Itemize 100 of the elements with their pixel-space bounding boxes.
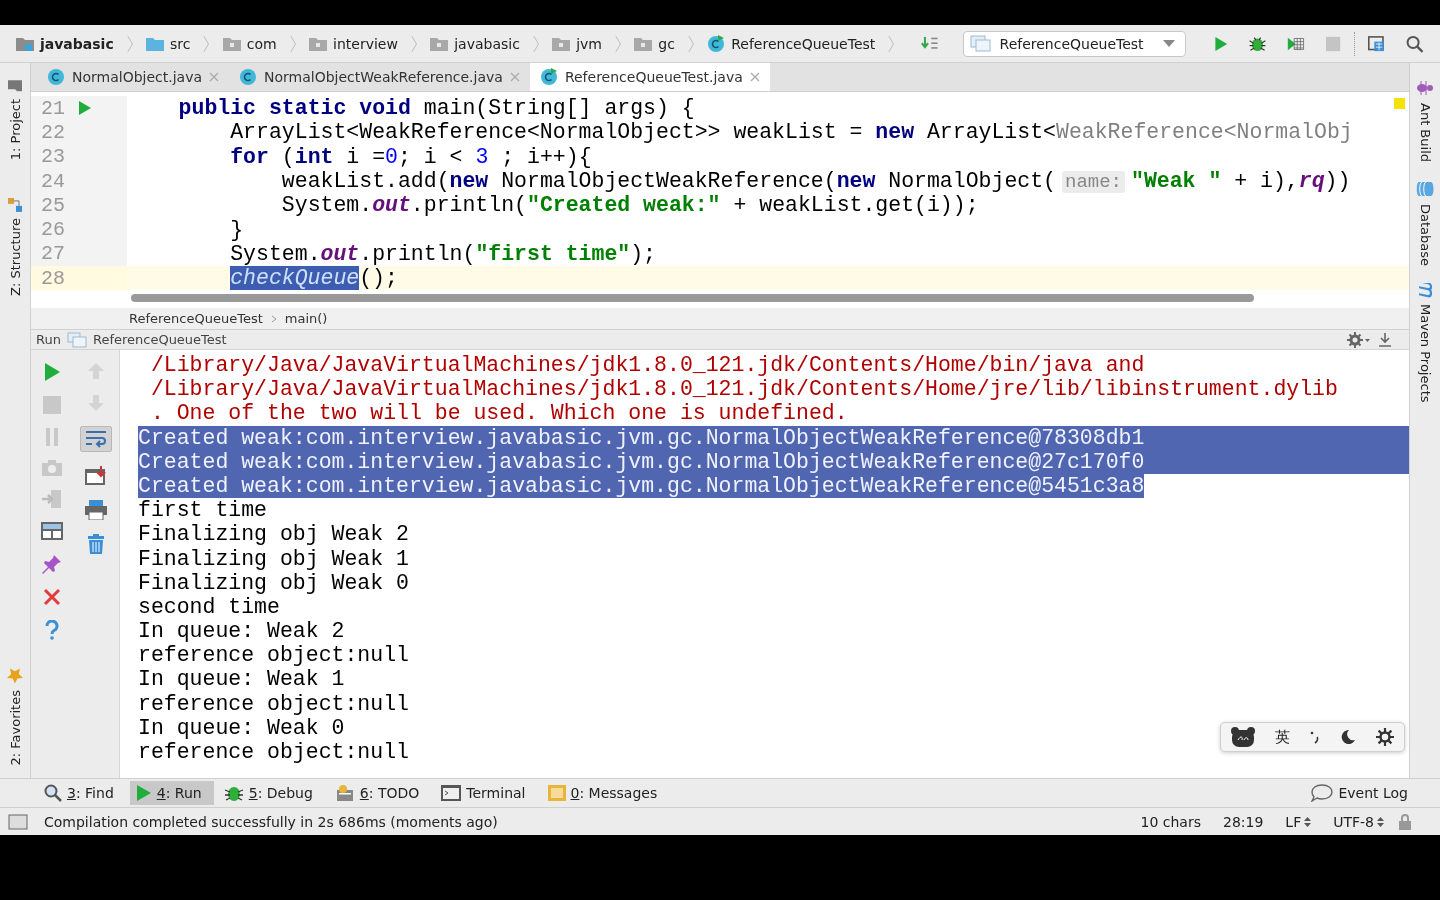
paw-logo-icon[interactable] bbox=[1231, 727, 1255, 747]
breadcrumb[interactable]: src bbox=[146, 35, 191, 52]
tool-window-tab[interactable]: Terminal bbox=[435, 782, 538, 804]
layout-icon[interactable] bbox=[41, 522, 63, 540]
line-number: 21 bbox=[40, 96, 65, 120]
dropdown-caret-icon bbox=[1162, 39, 1175, 48]
project-structure-icon[interactable] bbox=[1368, 33, 1386, 54]
tool-window-tab[interactable]: 5: Debug bbox=[217, 781, 325, 805]
line-separator-selector[interactable]: LF bbox=[1285, 813, 1312, 830]
moon-icon[interactable] bbox=[1340, 729, 1356, 745]
close-icon[interactable] bbox=[749, 72, 760, 82]
code-line: ArrayList<WeakReference<NormalObject>> weakList = new ArrayList<WeakReference<NormalObj bbox=[229, 120, 1353, 145]
code-editor[interactable] bbox=[31, 92, 1409, 308]
tool-window-button[interactable]: 2: Favorites bbox=[0, 664, 30, 770]
console-line: /Library/Java/JavaVirtualMachines/jdk1.8.0_121.jdk/Contents/Home/bin/java and bbox=[149, 353, 1145, 378]
search-icon bbox=[44, 784, 62, 802]
breadcrumb[interactable]: javabasic bbox=[16, 35, 114, 52]
run-configuration-dropdown[interactable]: ReferenceQueueTest bbox=[962, 30, 1186, 57]
print-icon[interactable] bbox=[85, 500, 107, 520]
warning-marker-icon[interactable] bbox=[1394, 98, 1405, 109]
breadcrumb[interactable]: javabasic bbox=[430, 35, 520, 52]
tool-window-tab[interactable]: 3: Find bbox=[38, 781, 126, 805]
console-line: second time bbox=[138, 594, 280, 620]
editor-tab[interactable]: NormalObject.java bbox=[37, 63, 230, 91]
speech-bubble-icon bbox=[1311, 784, 1334, 802]
close-icon[interactable] bbox=[43, 588, 61, 606]
folder-icon bbox=[8, 79, 22, 93]
selection-count: 10 chars bbox=[1140, 813, 1201, 830]
console-line: In queue: Weak 0 bbox=[138, 715, 345, 740]
tool-window-button[interactable]: Database bbox=[1410, 178, 1440, 269]
breadcrumb[interactable]: ReferenceQueueTest bbox=[707, 34, 876, 53]
package-folder-icon bbox=[552, 36, 571, 51]
line-number: 26 bbox=[40, 218, 65, 242]
run-tab[interactable]: ReferenceQueueTest bbox=[92, 332, 227, 347]
line-number: 24 bbox=[40, 169, 65, 193]
console-line: In queue: Weak 2 bbox=[138, 619, 345, 644]
breadcrumb[interactable]: ReferenceQueueTest bbox=[129, 311, 263, 326]
tool-window-tab[interactable]: 4: Run bbox=[129, 781, 214, 805]
line-number: 23 bbox=[40, 145, 65, 169]
encoding-selector[interactable]: UTF-8 bbox=[1333, 813, 1384, 830]
class-icon bbox=[239, 68, 258, 86]
editor-tab[interactable]: ReferenceQueueTest.java bbox=[529, 63, 770, 91]
database-icon bbox=[1416, 181, 1434, 197]
console-line: reference object:null bbox=[138, 691, 409, 716]
language-toggle[interactable]: 英 bbox=[1275, 727, 1290, 747]
close-icon[interactable] bbox=[509, 72, 520, 82]
structure-icon bbox=[8, 198, 22, 213]
console-line: /Library/Java/JavaVirtualMachines/jdk1.8.0_121.jdk/Contents/Home/jre/lib/libinstrument.dylib bbox=[149, 377, 1338, 402]
rerun-icon[interactable] bbox=[43, 362, 61, 382]
tool-window-button[interactable]: 1: Project bbox=[0, 75, 30, 165]
lock-icon[interactable] bbox=[1398, 813, 1412, 830]
console-line: first time bbox=[138, 498, 268, 523]
hide-icon[interactable] bbox=[1377, 331, 1393, 348]
m-letter-icon bbox=[1418, 283, 1432, 300]
line-number: 27 bbox=[40, 242, 65, 266]
editor-tab[interactable]: NormalObjectWeakReference.java bbox=[229, 63, 530, 91]
code-line: System.out.println("Created weak:" + weakList.get(i)); bbox=[280, 193, 979, 218]
tool-window-tab[interactable]: 6: TODO bbox=[328, 781, 432, 805]
close-icon[interactable] bbox=[209, 72, 220, 82]
tool-window-button[interactable]: Maven Projects bbox=[1410, 282, 1440, 405]
punctuation-icon[interactable] bbox=[1310, 730, 1320, 744]
tool-window-button[interactable]: Ant Build bbox=[1410, 77, 1440, 164]
help-icon[interactable] bbox=[45, 620, 59, 640]
console-output[interactable] bbox=[120, 350, 1409, 778]
run-gutter-icon[interactable] bbox=[78, 100, 92, 117]
breadcrumb[interactable]: main() bbox=[284, 311, 328, 326]
bug-icon bbox=[223, 784, 244, 802]
settings-icon[interactable] bbox=[1376, 728, 1394, 746]
horizontal-scrollbar[interactable] bbox=[131, 294, 1254, 302]
pin-icon[interactable] bbox=[42, 554, 62, 574]
console-line: Finalizing obj Weak 0 bbox=[138, 570, 409, 595]
console-line: reference object:null bbox=[138, 643, 409, 668]
tool-window-tab[interactable]: 0: Messages bbox=[541, 782, 670, 804]
package-folder-icon bbox=[222, 36, 241, 51]
event-log-button[interactable]: Event Log bbox=[1305, 781, 1420, 805]
breadcrumb[interactable]: interview bbox=[309, 35, 398, 52]
class-icon bbox=[539, 68, 558, 86]
exit-icon[interactable] bbox=[42, 490, 62, 508]
panel-toggle-icon[interactable] bbox=[8, 813, 28, 830]
code-line: } bbox=[229, 217, 244, 242]
module-folder-icon bbox=[16, 36, 34, 51]
status-message: Compilation completed successfully in 2s 686ms (moments ago) bbox=[44, 813, 498, 830]
settings-icon[interactable] bbox=[1347, 331, 1371, 348]
breadcrumb[interactable]: gc bbox=[634, 35, 675, 52]
console-line: Finalizing obj Weak 1 bbox=[138, 546, 409, 571]
stop-icon[interactable] bbox=[1326, 34, 1341, 53]
class-icon bbox=[707, 34, 726, 53]
breadcrumb[interactable]: jvm bbox=[552, 35, 602, 52]
breadcrumb[interactable]: com bbox=[222, 35, 277, 52]
code-line: weakList.add(new NormalObjectWeakReference(new NormalObject( name: "Weak " + i),rq)) bbox=[280, 169, 1351, 194]
package-folder-icon bbox=[309, 36, 327, 51]
trash-icon[interactable] bbox=[87, 534, 105, 554]
line-number: 22 bbox=[40, 120, 65, 144]
code-line: System.out.println("first time"); bbox=[229, 241, 657, 266]
scroll-to-end-icon[interactable] bbox=[85, 466, 107, 486]
soft-wrap-toggle[interactable] bbox=[80, 426, 112, 452]
tool-window-button[interactable]: Z: Structure bbox=[0, 194, 30, 301]
cursor-position[interactable]: 28:19 bbox=[1222, 813, 1264, 830]
up-down-icon bbox=[1304, 815, 1312, 828]
package-folder-icon bbox=[430, 36, 449, 51]
